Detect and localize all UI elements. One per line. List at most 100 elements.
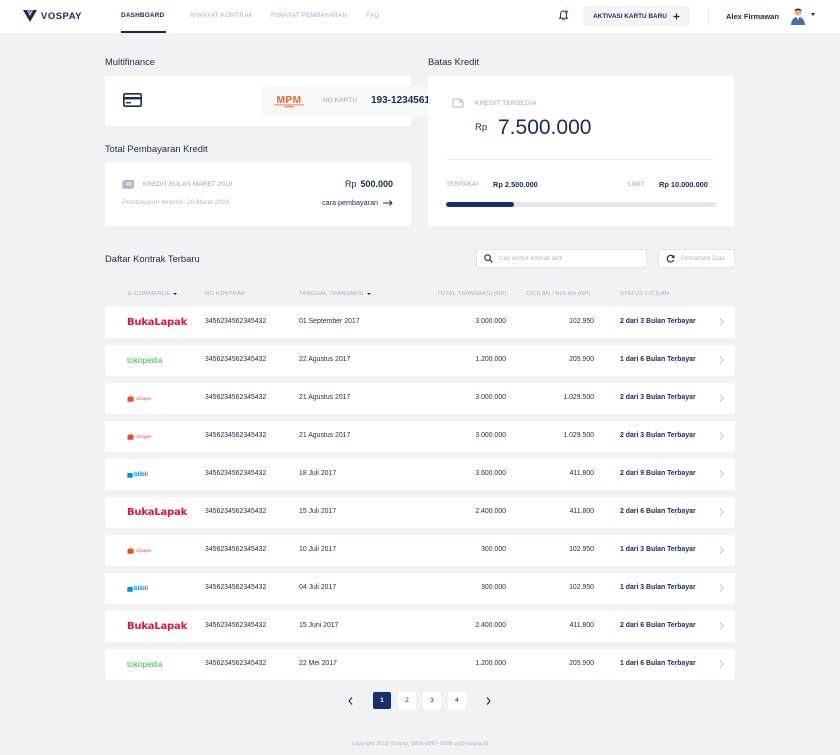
search-input[interactable] xyxy=(499,252,644,265)
table-row[interactable]: Shopee 3456234562345432 21 Agustus 2017 3.0… xyxy=(105,421,735,452)
chevron-right-icon[interactable] xyxy=(719,584,724,592)
shopee-logo-mark: Shopee xyxy=(127,433,152,440)
shopee-bag-icon xyxy=(127,433,134,440)
credit-limit-card: KREDIT TERSEDIA Rp 7.500.000 TERPAKAI Rp… xyxy=(428,76,734,226)
column-header-merchant[interactable]: E-COMMERCE xyxy=(128,291,178,297)
available-credit-label: KREDIT TERSEDIA xyxy=(475,100,537,107)
blibli-logo-mark: blibli xyxy=(127,471,148,478)
table-row[interactable]: Shopee 3456234562345432 10 Juli 2017 300.00… xyxy=(105,535,735,566)
contract-number: 3456234562345432 xyxy=(205,470,267,477)
credit-usage-progress-fill xyxy=(446,202,514,207)
monthly-installment: 102.950 xyxy=(569,318,594,325)
column-header-installment-label: CICILAN / BULAN (RP) xyxy=(526,291,591,297)
contract-number: 3456234562345432 xyxy=(205,584,267,591)
chevron-right-icon[interactable] xyxy=(719,660,724,668)
user-name[interactable]: Alex Firmawan xyxy=(726,12,779,21)
table-row[interactable]: BukaLapak 3456234562345432 01 September 20… xyxy=(105,307,735,338)
installment-status: 2 dari 3 Bulan Terbayar xyxy=(620,432,696,439)
chevron-right-icon[interactable] xyxy=(719,470,724,478)
monthly-installment: 102.950 xyxy=(569,584,594,591)
chevron-right-icon[interactable] xyxy=(719,622,724,630)
transaction-date: 04 Juli 2017 xyxy=(299,584,337,591)
nav-dashboard[interactable]: DASHBOARD xyxy=(121,12,164,19)
chevron-right-icon[interactable] xyxy=(719,508,724,516)
brand[interactable]: VOSPAY xyxy=(23,10,82,22)
chevron-right-icon[interactable] xyxy=(719,318,724,326)
card-number-label: NO KARTU xyxy=(323,97,357,104)
table-row[interactable]: BukaLapak 3456234562345432 15 Juni 2017 2.4… xyxy=(105,611,735,642)
credit-limit-value: Rp 10.000.000 xyxy=(659,180,708,189)
shopee-logo-text: Shopee xyxy=(136,434,152,439)
activate-new-card-button[interactable]: AKTIVASI KARTU BARU xyxy=(583,6,690,26)
contract-number: 3456234562345432 xyxy=(205,546,267,553)
shopee-logo-mark: Shopee xyxy=(127,395,152,402)
total-payment-card: KREDIT BULAN MARET 2018 Rp 500.000 Pembay… xyxy=(105,163,411,226)
bell-icon[interactable] xyxy=(559,10,568,21)
next-page-button[interactable] xyxy=(479,692,497,709)
page-4-button[interactable]: 4 xyxy=(448,692,466,709)
installment-status: 1 dari 3 Bulan Terbayar xyxy=(620,584,696,591)
available-credit-currency: Rp xyxy=(475,122,488,133)
wallet-icon xyxy=(452,98,464,108)
blibli-logo: blibli xyxy=(127,581,148,596)
total-payment-title: Total Pembayaran Kredit xyxy=(105,143,208,154)
table-row[interactable]: Shopee 3456234562345432 21 Agustus 2017 3.0… xyxy=(105,383,735,414)
column-header-status-label: STATUS CICILAN xyxy=(620,291,670,297)
contract-number: 3456234562345432 xyxy=(205,622,267,629)
chevron-right-icon[interactable] xyxy=(719,432,724,440)
chevron-right-icon xyxy=(486,696,491,705)
transaction-total: 300.000 xyxy=(481,584,506,591)
chevron-right-icon[interactable] xyxy=(719,356,724,364)
transaction-total: 2.400.000 xyxy=(475,622,506,629)
bukalapak-logo: BukaLapak xyxy=(127,315,187,330)
table-row[interactable]: blibli 3456234562345432 04 Juli 2017 300.00… xyxy=(105,573,735,604)
search-icon xyxy=(484,254,493,263)
chevron-right-icon[interactable] xyxy=(719,394,724,402)
previous-page-button[interactable] xyxy=(341,692,359,709)
nav-faq[interactable]: FAQ xyxy=(366,12,379,19)
table-row[interactable]: tokopedia 3456234562345432 22 Agustus 2017… xyxy=(105,345,735,376)
contract-number: 3456234562345432 xyxy=(205,318,267,325)
how-to-pay-link[interactable]: cara pembayaran xyxy=(322,198,393,207)
blibli-logo: blibli xyxy=(127,467,148,482)
transaction-total: 1.200.000 xyxy=(475,356,506,363)
blibli-logo-mark: blibli xyxy=(127,585,148,592)
column-header-merchant-label: E-COMMERCE xyxy=(128,291,171,297)
refresh-data-label: Perbaharui Data xyxy=(681,255,725,262)
refresh-data-button[interactable]: Perbaharui Data xyxy=(658,249,735,268)
bukalapak-logo-text: BukaLapak xyxy=(127,621,188,632)
column-header-date[interactable]: TANGGAL TRANSAKSI xyxy=(299,291,371,297)
contract-number: 3456234562345432 xyxy=(205,356,267,363)
installment-status: 1 dari 6 Bulan Terbayar xyxy=(620,660,696,667)
page-2-button[interactable]: 2 xyxy=(398,692,416,709)
brand-name: VOSPAY xyxy=(41,10,83,22)
transaction-total: 2.400.000 xyxy=(475,508,506,515)
page-3-button[interactable]: 3 xyxy=(423,692,441,709)
transaction-total: 300.000 xyxy=(481,546,506,553)
credit-divider xyxy=(446,159,716,160)
chevron-left-icon xyxy=(347,696,352,705)
nav-riwayat-pembayaran[interactable]: RIWAYAT PEMBAYARAN xyxy=(271,12,347,19)
avatar[interactable] xyxy=(790,7,806,25)
table-row[interactable]: BukaLapak 3456234562345432 15 Juli 2017 2.4… xyxy=(105,497,735,528)
nav-riwayat-kontrak[interactable]: RIWAYAT KONTRAK xyxy=(190,12,253,19)
transaction-date: 21 Agustus 2017 xyxy=(299,394,351,401)
page-1-button[interactable]: 1 xyxy=(373,692,391,709)
refresh-icon xyxy=(666,254,675,263)
installment-status: 2 dari 9 Bulan Terbayar xyxy=(620,470,696,477)
column-header-contract-no: NO KONTRAK xyxy=(205,291,245,297)
last-payment-text: Pembayaran terakhir: 20 Maret 2018 xyxy=(122,199,230,206)
bukalapak-logo: BukaLapak xyxy=(127,619,187,634)
contracts-title: Daftar Kontrak Terbaru xyxy=(105,253,200,264)
table-row[interactable]: tokopedia 3456234562345432 22 Mei 2017 1.20… xyxy=(105,649,735,680)
chevron-down-icon[interactable] xyxy=(811,13,815,16)
multifinance-title: Multifinance xyxy=(105,56,156,67)
contract-search[interactable] xyxy=(476,249,647,268)
chevron-right-icon[interactable] xyxy=(719,546,724,554)
contract-number: 3456234562345432 xyxy=(205,432,267,439)
blibli-bag-icon xyxy=(127,473,133,478)
table-row[interactable]: blibli 3456234562345432 18 Juli 2017 3.600.… xyxy=(105,459,735,490)
credit-limit-title: Batas Kredit xyxy=(428,56,480,67)
monthly-installment: 1.029.500 xyxy=(563,394,594,401)
transaction-total: 3.600.000 xyxy=(475,470,506,477)
